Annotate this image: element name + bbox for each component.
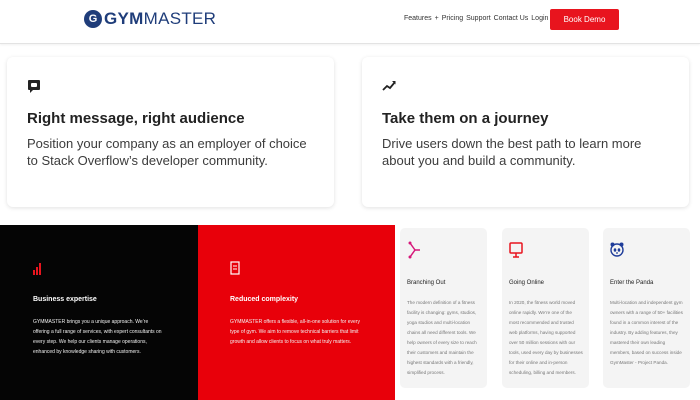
mini-card-going-online: Going Online In 2020, the fitness world … [502,228,589,388]
site-header: G GYM MASTER Features + Pricing Support … [0,0,700,44]
document-icon [230,261,240,275]
main-nav: Features + Pricing Support Contact Us Lo… [404,15,551,22]
panel-title: Reduced complexity [230,296,299,303]
gymmaster-logo[interactable]: G GYM MASTER [84,9,216,29]
panel-text: GYMMASTER offers a flexible, all-in-one … [230,319,360,345]
logo-master-text: MASTER [143,9,217,28]
mini-title: Enter the Panda [610,280,654,286]
nav-pricing[interactable]: Pricing [442,15,463,22]
mini-text: In 2020, the fitness world moved online … [509,300,583,375]
mini-title: Going Online [509,280,545,286]
mini-card-branching: Branching Out The modern definition of a… [400,228,487,388]
mini-text: Multi-location and independent gym owner… [610,300,683,365]
card-title: Take them on a journey [382,110,549,127]
panel-reduced-complexity: Reduced complexity GYMMASTER offers a fl… [198,225,395,400]
panel-text: GYMMASTER brings you a unique approach. … [33,319,162,355]
nav-plus-icon: + [434,15,439,22]
mini-text: The modern definition of a fitness facil… [407,300,477,375]
logo-mark-icon: G [84,10,102,28]
panel-title: Business expertise [33,296,97,303]
book-demo-button[interactable]: Book Demo [550,9,619,30]
nav-support[interactable]: Support [466,15,491,22]
nav-login[interactable]: Login [531,15,548,22]
bar-chart-icon [33,263,41,275]
monitor-icon [509,242,523,258]
nav-features[interactable]: Features [404,15,432,22]
nav-contact[interactable]: Contact Us [494,15,529,22]
card-title: Right message, right audience [27,110,245,127]
feature-card-journey: Take them on a journey Drive users down … [362,57,689,207]
trend-up-icon [382,81,396,91]
panel-business-expertise: Business expertise GYMMASTER brings you … [0,225,198,400]
chat-icon [28,80,40,93]
panda-icon [610,242,624,257]
mini-title: Branching Out [407,280,446,286]
feature-card-message: Right message, right audience Position y… [7,57,334,207]
mini-card-panda: Enter the Panda Multi-location and indep… [603,228,690,388]
card-description: Position your company as an employer of … [27,136,307,168]
branch-icon [408,241,420,259]
card-description: Drive users down the best path to learn … [382,136,642,168]
logo-gym-text: GYM [104,9,144,28]
